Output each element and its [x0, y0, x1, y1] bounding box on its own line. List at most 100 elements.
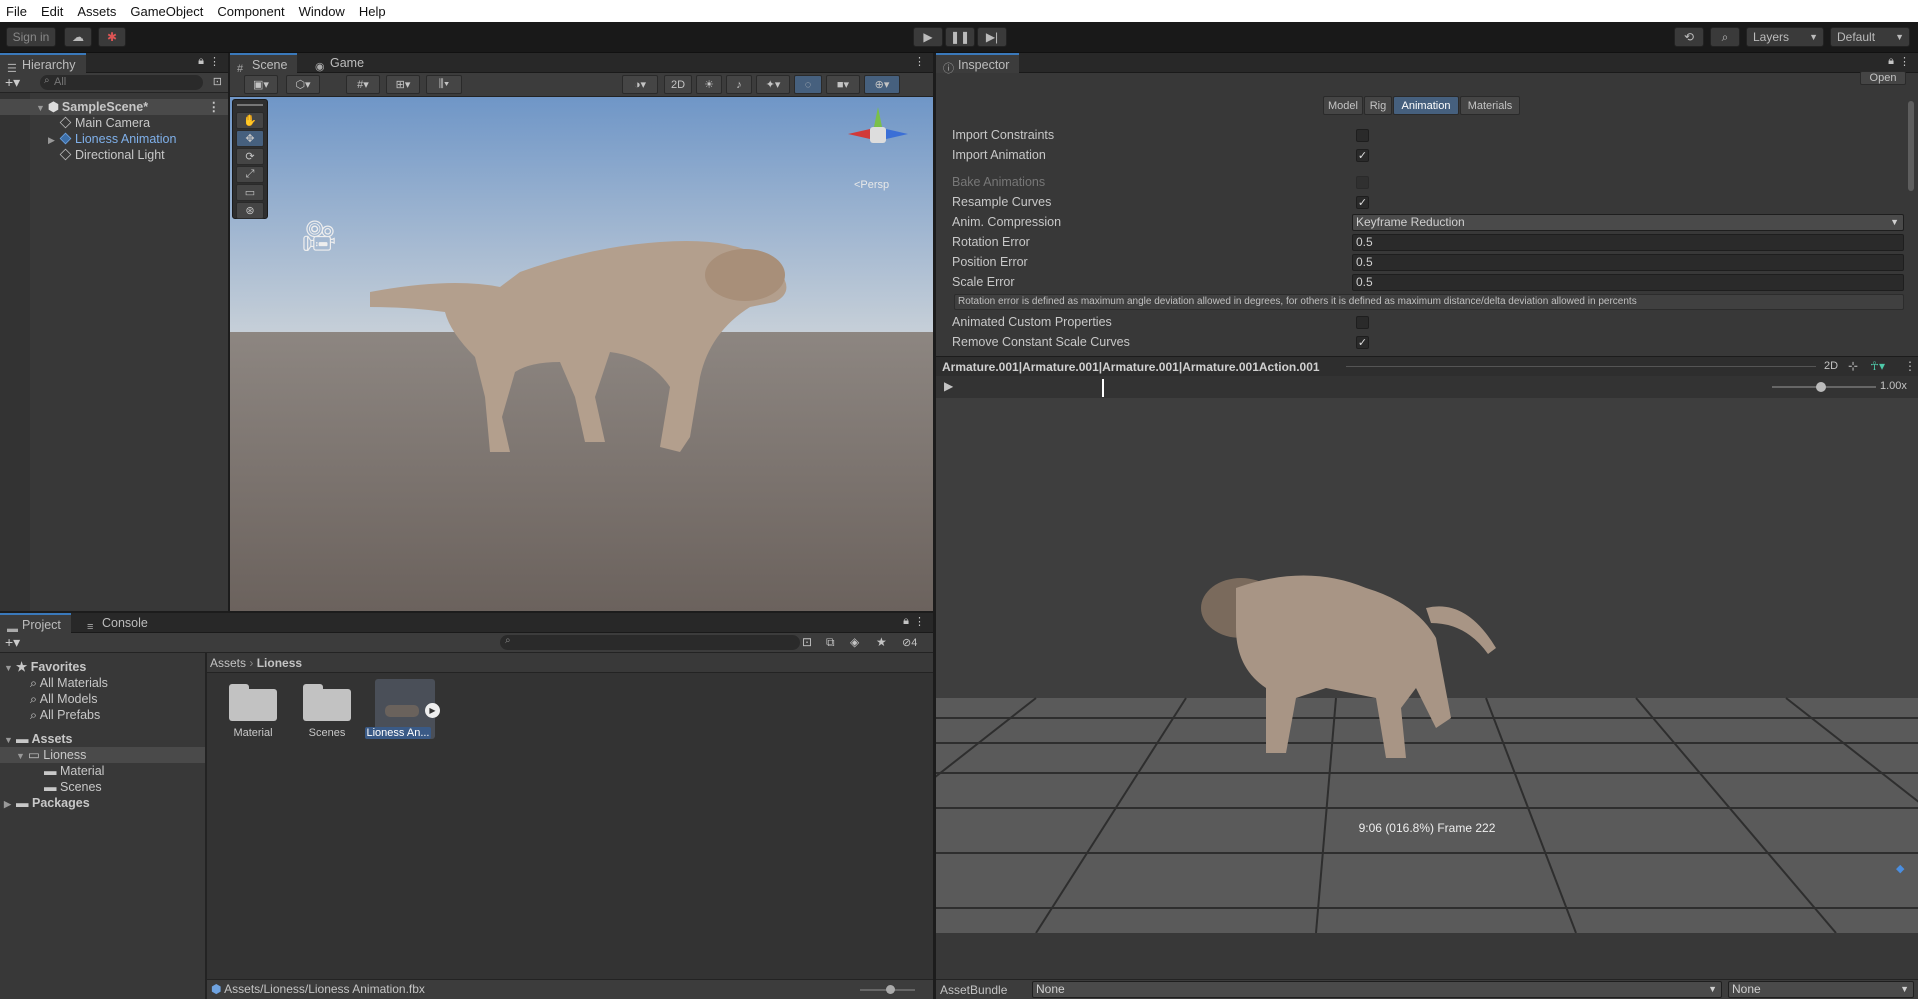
tab-scene[interactable]: # Scene [230, 53, 298, 75]
preview-play-button[interactable]: ▶ [944, 379, 953, 393]
add-icon[interactable]: +▾ [5, 74, 20, 91]
breadcrumb-assets[interactable]: Assets [210, 656, 246, 670]
asset-label-icon[interactable]: ◆ [1896, 862, 1904, 875]
breadcrumb-lioness[interactable]: Lioness [257, 656, 302, 670]
playhead[interactable] [1102, 379, 1104, 397]
hierarchy-item-lioness-animation[interactable]: ▶ Lioness Animation [0, 131, 176, 147]
scene-visibility-icon[interactable]: ⊡ [213, 75, 222, 88]
sign-in-button[interactable]: Sign in [6, 27, 56, 47]
menu-assets[interactable]: Assets [77, 4, 116, 19]
zoom-slider-thumb[interactable] [886, 985, 895, 994]
anim-compression-dropdown[interactable]: Keyframe Reduction ▼ [1352, 214, 1904, 231]
asset-bundle-name-dropdown[interactable]: None ▼ [1032, 981, 1722, 998]
checkbox-resample-curves[interactable]: ✓ [1356, 196, 1369, 209]
menu-edit[interactable]: Edit [41, 4, 63, 19]
checkbox-import-animation[interactable]: ✓ [1356, 149, 1369, 162]
history-icon[interactable]: ⟲ [1674, 27, 1704, 47]
tab-rig[interactable]: Rig [1364, 96, 1392, 115]
animation-preview[interactable]: 9:06 (016.8%) Frame 222 ◆ [936, 398, 1918, 933]
tab-animation[interactable]: Animation [1393, 96, 1459, 115]
tree-scenes[interactable]: ▬ Scenes [0, 779, 102, 795]
rotation-error-field[interactable]: 0.5 [1352, 234, 1904, 251]
speed-slider-thumb[interactable] [1816, 382, 1826, 392]
tab-materials[interactable]: Materials [1460, 96, 1520, 115]
search-icon[interactable]: ⌕ [1710, 27, 1740, 47]
hidden-objects-toggle-icon[interactable]: ◌ [794, 75, 822, 94]
tree-material[interactable]: ▬ Material [0, 763, 104, 779]
drag-handle[interactable] [237, 104, 263, 106]
tree-all-prefabs[interactable]: ⌕ All Prefabs [0, 707, 100, 723]
kebab-menu-icon[interactable]: ⋮ [914, 55, 925, 68]
inspector-scrollbar[interactable] [1908, 101, 1914, 191]
tree-favorites[interactable]: ▼ ★ Favorites [0, 659, 86, 675]
grid-snap-dropdown[interactable]: #▾ [346, 75, 380, 94]
kebab-menu-icon[interactable]: ⋮ [914, 615, 925, 628]
camera-gizmo-icon[interactable]: 🎥︎ [300, 219, 338, 254]
tree-assets[interactable]: ▼ ▬ Assets [0, 731, 73, 747]
preview-2d-button[interactable]: 2D [1824, 360, 1838, 372]
avatar-icon[interactable]: ☥▾ [1870, 359, 1885, 373]
play-button[interactable]: ▶ [913, 27, 943, 47]
transform-tool-icon[interactable]: ⊛ [236, 202, 264, 219]
rect-tool-icon[interactable]: ▭ [236, 184, 264, 201]
hand-tool-icon[interactable]: ✋ [236, 112, 264, 129]
open-button[interactable]: Open [1860, 71, 1906, 85]
scene-viewport[interactable]: ✋ ✥ ⟳ ⤢ ▭ ⊛ 🎥︎ <Persp [230, 97, 933, 611]
hierarchy-item-main-camera[interactable]: Main Camera [0, 115, 150, 131]
search-by-label-icon[interactable]: ⧉ [826, 635, 835, 650]
expand-arrow-icon[interactable]: ▼ [36, 100, 48, 116]
audio-toggle-icon[interactable]: ♪ [726, 75, 752, 94]
tab-project[interactable]: ▬ Project [0, 613, 71, 635]
grid-folder-scenes[interactable] [303, 681, 351, 721]
scene-row[interactable]: ▼ ⬢ SampleScene* ⋮ [0, 99, 228, 115]
expand-arrow-icon[interactable]: ▼ [4, 660, 16, 676]
move-tool-icon[interactable]: ✥ [236, 130, 264, 147]
position-error-field[interactable]: 0.5 [1352, 254, 1904, 271]
tool-handle-dropdown[interactable]: ▣▾ [244, 75, 278, 94]
rotate-tool-icon[interactable]: ⟳ [236, 148, 264, 165]
camera-dropdown[interactable]: ■▾ [826, 75, 860, 94]
menu-window[interactable]: Window [299, 4, 345, 19]
star-icon[interactable]: ★ [876, 635, 887, 649]
layers-dropdown[interactable]: Layers ▼ [1746, 27, 1824, 47]
expand-arrow-icon[interactable]: ▼ [16, 748, 28, 764]
checkbox-animated-custom-properties[interactable] [1356, 316, 1369, 329]
scene-menu-icon[interactable]: ⋮ [208, 99, 221, 115]
tab-console[interactable]: ≡ Console [80, 613, 158, 633]
effects-dropdown[interactable]: ✦▾ [756, 75, 790, 94]
pivot-dropdown[interactable]: ⬡▾ [286, 75, 320, 94]
scale-error-field[interactable]: 0.5 [1352, 274, 1904, 291]
tree-all-materials[interactable]: ⌕ All Materials [0, 675, 108, 691]
projection-label[interactable]: <Persp [854, 179, 889, 191]
pivot-icon[interactable]: ⊹ [1848, 359, 1858, 373]
hidden-packages-count[interactable]: ⊘4 [902, 636, 917, 649]
kebab-menu-icon[interactable]: ⋮ [1904, 359, 1916, 373]
tab-hierarchy[interactable]: ☰ Hierarchy [0, 53, 86, 75]
hierarchy-item-directional-light[interactable]: Directional Light [0, 147, 165, 163]
project-search-input[interactable] [500, 635, 800, 650]
grid-folder-material[interactable] [229, 681, 277, 721]
tab-inspector[interactable]: ⓘ Inspector [936, 53, 1020, 75]
lock-icon[interactable]: 🔒︎ [903, 615, 909, 628]
scale-tool-icon[interactable]: ⤢ [236, 166, 264, 183]
expand-arrow-icon[interactable]: ▶ [48, 132, 60, 148]
menu-file[interactable]: File [6, 4, 27, 19]
step-button[interactable]: ▶| [977, 27, 1007, 47]
layout-dropdown[interactable]: Default ▼ [1830, 27, 1910, 47]
tree-all-models[interactable]: ⌕ All Models [0, 691, 97, 707]
lighting-toggle-icon[interactable]: ☀ [696, 75, 722, 94]
shading-dropdown[interactable]: ◑▾ [622, 75, 658, 94]
hierarchy-search-input[interactable]: All [40, 75, 203, 90]
expand-arrow-icon[interactable]: ▶ [4, 796, 16, 812]
collab-icon[interactable]: ✱ [98, 27, 126, 47]
lock-icon[interactable]: 🔒︎ [1888, 55, 1894, 68]
menu-component[interactable]: Component [217, 4, 284, 19]
tree-lioness[interactable]: ▼ ▭ Lioness [0, 747, 205, 763]
checkbox-remove-constant-scale-curves[interactable]: ✓ [1356, 336, 1369, 349]
asset-bundle-variant-dropdown[interactable]: None ▼ [1728, 981, 1914, 998]
expand-arrow-icon[interactable]: ▼ [4, 732, 16, 748]
lock-icon[interactable]: 🔒︎ [198, 55, 204, 68]
menu-gameobject[interactable]: GameObject [130, 4, 203, 19]
kebab-menu-icon[interactable]: ⋮ [209, 55, 220, 68]
create-icon[interactable]: +▾ [5, 634, 20, 651]
